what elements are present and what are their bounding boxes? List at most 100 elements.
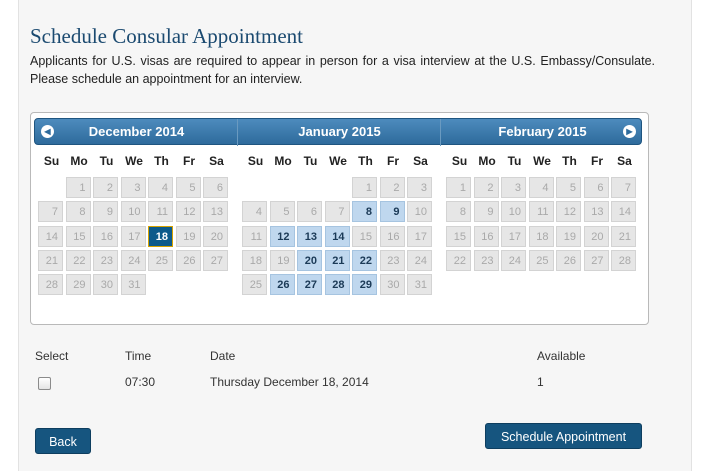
calendar-day: 27 xyxy=(583,249,609,271)
calendar-day: 7 xyxy=(38,201,63,223)
available-header: Available xyxy=(537,349,586,363)
calendar-day: 14 xyxy=(38,225,63,247)
calendar-day: 30 xyxy=(93,274,118,296)
calendar-day: 22 xyxy=(65,249,91,271)
calendar-day[interactable]: 28 xyxy=(324,274,350,296)
calendar-day: 5 xyxy=(269,201,295,223)
calendar-day[interactable]: 8 xyxy=(352,201,377,223)
month-title-december: December 2014 xyxy=(88,124,185,139)
page-title: Schedule Consular Appointment xyxy=(30,24,303,48)
weekday-label: Th xyxy=(358,154,373,168)
calendar-day: 10 xyxy=(501,201,526,223)
calendar-day: 13 xyxy=(583,201,609,223)
calendar-day: 24 xyxy=(501,249,526,271)
slot-available: 1 xyxy=(537,375,544,389)
calendar-day: 3 xyxy=(501,177,526,198)
calendar-panel: ◀ December 2014 January 2015 February 20… xyxy=(30,112,649,325)
weekday-label: Sa xyxy=(617,154,632,168)
calendar-day: 2 xyxy=(473,177,499,198)
calendar-day: 11 xyxy=(148,201,173,223)
weekday-label: Su xyxy=(247,154,264,168)
calendar-day: 25 xyxy=(528,249,554,271)
calendar-day: 6 xyxy=(203,177,228,198)
back-button[interactable]: Back xyxy=(35,428,91,454)
calendar-day: 25 xyxy=(242,274,267,296)
slot-date: Thursday December 18, 2014 xyxy=(210,375,369,389)
calendar-day[interactable]: 20 xyxy=(297,249,322,271)
intro-text: Applicants for U.S. visas are required t… xyxy=(30,54,655,86)
calendar-day: 26 xyxy=(556,249,581,271)
weekday-label: Fr xyxy=(387,154,399,168)
calendar-day: 23 xyxy=(379,249,405,271)
calendar-day: 31 xyxy=(407,274,432,296)
calendar-day: 21 xyxy=(611,225,636,247)
calendar-day[interactable]: 13 xyxy=(297,225,322,247)
calendar-day[interactable]: 12 xyxy=(269,225,295,247)
calendar-day: 14 xyxy=(611,201,636,223)
calendar-day: 2 xyxy=(93,177,118,198)
weekday-label: Sa xyxy=(209,154,224,168)
calendar-day[interactable]: 14 xyxy=(324,225,350,247)
weekday-label: Tu xyxy=(99,154,114,168)
weekday-label: We xyxy=(329,154,347,168)
calendar-day: 28 xyxy=(611,249,636,271)
calendar-day: 25 xyxy=(148,249,173,271)
calendar-day[interactable]: 27 xyxy=(297,274,322,296)
month-title-february: February 2015 xyxy=(498,124,587,139)
calendar-day: 16 xyxy=(473,225,499,247)
calendar-day[interactable]: 29 xyxy=(352,274,377,296)
calendar-day[interactable]: 21 xyxy=(324,249,350,271)
month-title-january: January 2015 xyxy=(298,124,381,139)
calendar-day: 28 xyxy=(38,274,63,296)
date-header: Date xyxy=(210,349,236,363)
calendar-day: 2 xyxy=(379,177,405,198)
calendar-day: 19 xyxy=(556,225,581,247)
calendar-day: 12 xyxy=(175,201,201,223)
calendar-day: 24 xyxy=(120,249,146,271)
calendar-day: 26 xyxy=(175,249,201,271)
calendar-day[interactable]: 26 xyxy=(269,274,295,296)
calendar-day: 17 xyxy=(407,225,432,247)
calendar-day: 19 xyxy=(269,249,295,271)
weekday-label: Fr xyxy=(183,154,195,168)
calendar-day: 11 xyxy=(528,201,554,223)
calendar-day: 31 xyxy=(120,274,146,296)
calendar-day: 18 xyxy=(242,249,267,271)
calendar-day: 19 xyxy=(175,225,201,247)
weekday-label: Th xyxy=(154,154,169,168)
calendar-day: 10 xyxy=(120,201,146,223)
calendar-day: 17 xyxy=(120,225,146,247)
calendar-day: 13 xyxy=(203,201,228,223)
calendar-day: 4 xyxy=(148,177,173,198)
calendar-day: 1 xyxy=(65,177,91,198)
calendar-day[interactable]: 9 xyxy=(379,201,405,223)
calendar-day: 18 xyxy=(528,225,554,247)
select-checkbox[interactable] xyxy=(38,377,51,390)
calendar-day: 30 xyxy=(379,274,405,296)
calendar-day[interactable]: 18 xyxy=(148,225,173,247)
calendar-day: 4 xyxy=(242,201,267,223)
calendar-day[interactable]: 22 xyxy=(352,249,377,271)
calendar-day: 6 xyxy=(583,177,609,198)
calendar-day: 5 xyxy=(175,177,201,198)
calendar-day: 21 xyxy=(38,249,63,271)
calendar-day: 15 xyxy=(65,225,91,247)
calendar-day: 24 xyxy=(407,249,432,271)
calendar-day: 16 xyxy=(93,225,118,247)
calendar-day: 9 xyxy=(93,201,118,223)
select-header: Select xyxy=(35,349,69,363)
slot-time: 07:30 xyxy=(125,375,156,389)
schedule-appointment-button[interactable]: Schedule Appointment xyxy=(485,423,642,449)
calendar-day: 27 xyxy=(203,249,228,271)
weekday-label: Su xyxy=(451,154,468,168)
calendar-day: 10 xyxy=(407,201,432,223)
weekday-label: Mo xyxy=(274,154,292,168)
arrow-right-icon[interactable]: ▶ xyxy=(623,125,636,138)
calendar-day: 7 xyxy=(611,177,636,198)
calendar-day: 22 xyxy=(446,249,471,271)
calendar-day: 3 xyxy=(120,177,146,198)
calendar-day: 29 xyxy=(65,274,91,296)
calendar-day: 11 xyxy=(242,225,267,247)
calendar-day: 12 xyxy=(556,201,581,223)
calendar-day: 8 xyxy=(65,201,91,223)
